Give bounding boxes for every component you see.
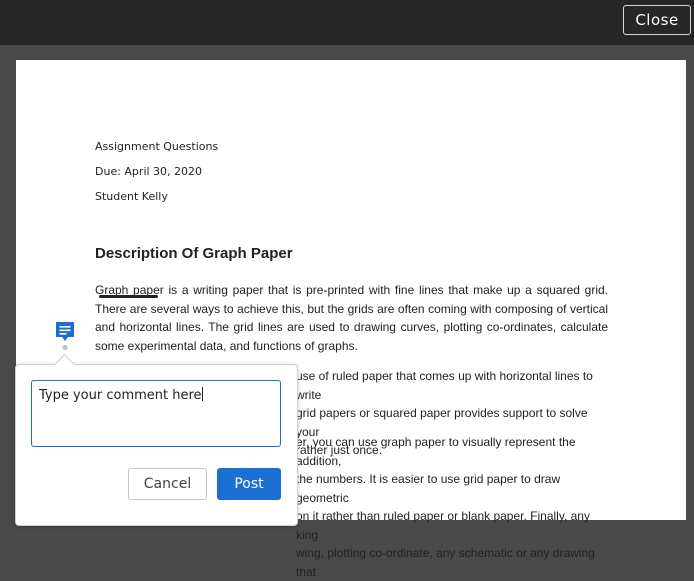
document-title: Description Of Graph Paper <box>95 245 293 262</box>
top-bar: Close <box>0 0 694 45</box>
cancel-button[interactable]: Cancel <box>128 468 207 500</box>
student-name: Student Kelly <box>95 190 168 203</box>
post-button[interactable]: Post <box>217 468 281 500</box>
text-caret <box>201 387 203 401</box>
annotation-underline <box>99 295 158 298</box>
paragraph-3: er, you can use graph paper to visually … <box>296 433 608 581</box>
paragraph-3-line: the numbers. It is easier to use grid pa… <box>296 472 561 505</box>
close-button[interactable]: Close <box>623 5 691 35</box>
due-date: Due: April 30, 2020 <box>95 165 203 178</box>
paragraph-1-text: is a writing paper that is pre-printed w… <box>95 283 608 353</box>
assignment-label: Assignment Questions <box>95 140 219 153</box>
paragraph-3-line: er, you can use graph paper to visually … <box>296 435 576 468</box>
paragraph-2-line: use of ruled paper that comes up with ho… <box>296 369 593 402</box>
paragraph-1: Graph paper is a writing paper that is p… <box>95 281 608 355</box>
paragraph-3-line: wing, plotting co-ordinate, any schemati… <box>296 546 595 579</box>
comment-input-text: Type your comment here <box>39 388 202 403</box>
comment-input[interactable]: Type your comment here <box>31 380 281 447</box>
paragraph-3-line: on it rather than ruled paper or blank p… <box>296 509 590 542</box>
comment-marker-icon[interactable] <box>55 321 75 351</box>
